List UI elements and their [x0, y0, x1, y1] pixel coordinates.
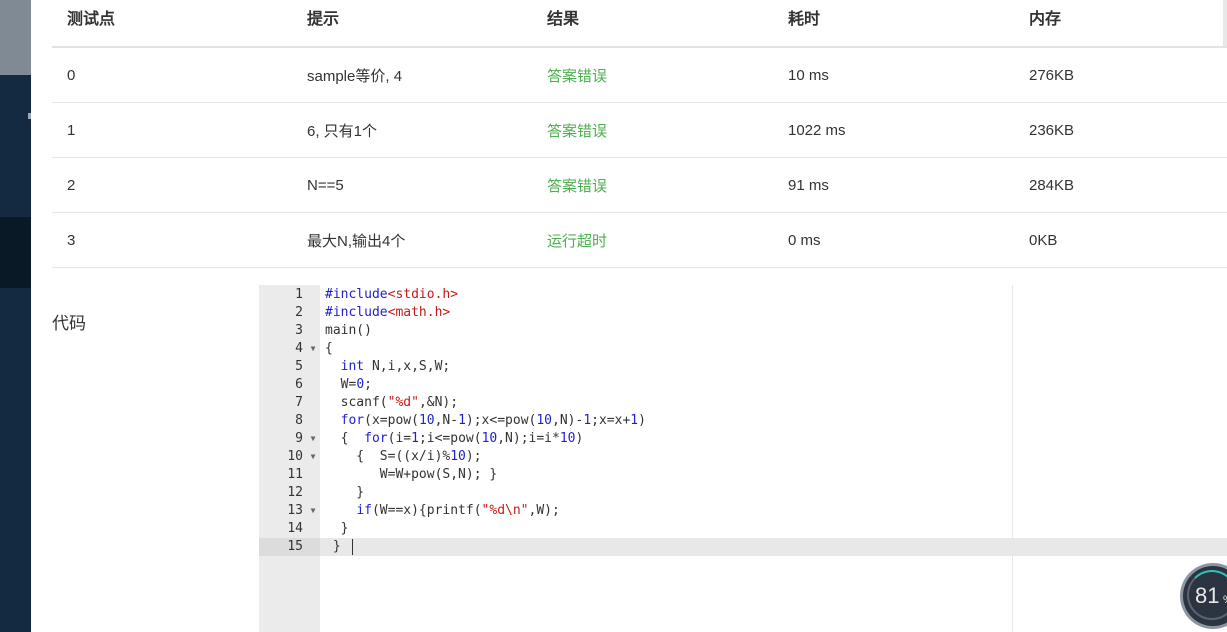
code-text: {: [325, 341, 333, 356]
score-unit: %: [1223, 594, 1227, 606]
code-line[interactable]: 6 W=0;: [259, 376, 1227, 394]
fold-toggle-icon[interactable]: ▼: [308, 340, 318, 358]
table-row: 1 6, 只有1个 答案错误 1022 ms 236KB: [52, 103, 1227, 158]
code-line[interactable]: 15 }: [259, 538, 1227, 556]
test-hint: 6, 只有1个: [307, 122, 378, 140]
line-number: 3: [295, 323, 303, 338]
test-point-id: 2: [67, 176, 76, 194]
result-status: 运行超时: [547, 232, 608, 250]
header-time: 耗时: [788, 11, 821, 28]
fold-toggle-icon[interactable]: ▼: [308, 502, 318, 520]
code-text: if(W==x){printf("%d\n",W);: [356, 503, 560, 518]
header-result: 结果: [547, 11, 580, 28]
memory-used: 284KB: [1029, 176, 1075, 194]
code-text: for(x=pow(10,N-1);x<=pow(10,N)-1;x=x+1): [340, 413, 646, 428]
line-number: 5: [295, 359, 303, 374]
header-test-point: 测试点: [67, 11, 116, 28]
table-row: 3 最大N,输出4个 运行超时 0 ms 0KB: [52, 213, 1227, 268]
code-line[interactable]: 1 #include<stdio.h>: [259, 286, 1227, 304]
code-text: main(): [325, 323, 372, 338]
memory-used: 236KB: [1029, 121, 1075, 139]
sidebar-indicator: [28, 113, 31, 119]
code-text: scanf("%d",&N);: [325, 395, 459, 410]
line-number: 6: [295, 377, 303, 392]
table-row: 0 sample等价, 4 答案错误 10 ms 276KB: [52, 48, 1227, 103]
header-hint: 提示: [307, 11, 340, 28]
code-line[interactable]: 10 ▼ { S=((x/i)%10);: [259, 448, 1227, 466]
code-text: }: [325, 521, 349, 536]
time-used: 0 ms: [788, 231, 821, 249]
line-number: 15: [259, 538, 320, 556]
code-text: { for(i=1;i<=pow(10,N);i=i*10): [325, 431, 584, 446]
memory-used: 0KB: [1029, 231, 1058, 249]
test-hint: N==5: [307, 176, 344, 194]
line-number: 12: [287, 485, 303, 500]
code-section-label: 代码: [52, 314, 86, 333]
table-row: 2 N==5 答案错误 91 ms 284KB: [52, 158, 1227, 213]
results-table: 测试点 提示 结果 耗时 内存 0 sample等价, 4 答案错误 10 ms…: [52, 0, 1227, 268]
code-text: { S=((x/i)%10);: [325, 449, 482, 464]
sidebar-active-item[interactable]: [0, 217, 31, 288]
code-line[interactable]: 3 main(): [259, 322, 1227, 340]
score-value: 81: [1195, 583, 1220, 608]
result-status: 答案错误: [547, 67, 608, 85]
test-point-id: 0: [67, 66, 76, 84]
line-number: 14: [287, 521, 303, 536]
code-text: #include<stdio.h>: [325, 287, 459, 302]
text-cursor: [352, 539, 353, 555]
code-line[interactable]: 2 #include<math.h>: [259, 304, 1227, 322]
line-number: 2: [295, 305, 303, 320]
line-number: 8: [295, 413, 303, 428]
result-status: 答案错误: [547, 122, 608, 140]
code-lines[interactable]: 1 #include<stdio.h> 2 #include<math.h> 3 main…: [259, 286, 1227, 556]
code-text: }: [325, 539, 341, 554]
code-text: }: [325, 485, 365, 500]
test-hint: sample等价, 4: [307, 67, 403, 85]
code-editor[interactable]: 1 #include<stdio.h> 2 #include<math.h> 3 main…: [259, 285, 1227, 632]
code-line[interactable]: 11 W=W+pow(S,N); }: [259, 466, 1227, 484]
code-text: #include<math.h>: [325, 305, 451, 320]
code-line[interactable]: 5 int N,i,x,S,W;: [259, 358, 1227, 376]
memory-used: 276KB: [1029, 66, 1075, 84]
code-line[interactable]: 4 ▼{: [259, 340, 1227, 358]
code-line[interactable]: 7 scanf("%d",&N);: [259, 394, 1227, 412]
page-root: 测试点 提示 结果 耗时 内存 0 sample等价, 4 答案错误 10 ms…: [0, 0, 1227, 632]
time-used: 91 ms: [788, 176, 829, 194]
code-line[interactable]: 12 }: [259, 484, 1227, 502]
code-line[interactable]: 14 }: [259, 520, 1227, 538]
test-point-id: 1: [67, 121, 76, 139]
code-text: int N,i,x,S,W;: [340, 359, 451, 374]
code-line[interactable]: 9 ▼ { for(i=1;i<=pow(10,N);i=i*10): [259, 430, 1227, 448]
left-sidebar: [0, 0, 31, 632]
line-number: 7: [295, 395, 303, 410]
line-number: 1: [295, 287, 303, 302]
time-used: 1022 ms: [788, 121, 846, 139]
fold-toggle-icon[interactable]: ▼: [308, 448, 318, 466]
test-hint: 最大N,输出4个: [307, 232, 406, 250]
result-status: 答案错误: [547, 177, 608, 195]
test-point-id: 3: [67, 231, 76, 249]
code-text: W=0;: [325, 377, 372, 392]
header-memory: 内存: [1029, 11, 1062, 28]
time-used: 10 ms: [788, 66, 829, 84]
code-line[interactable]: 8 for(x=pow(10,N-1);x<=pow(10,N)-1;x=x+1…: [259, 412, 1227, 430]
code-line[interactable]: 13 ▼ if(W==x){printf("%d\n",W);: [259, 502, 1227, 520]
fold-toggle-icon[interactable]: ▼: [308, 430, 318, 448]
line-number: 11: [287, 467, 303, 482]
sidebar-header: [0, 0, 31, 75]
table-header: 测试点 提示 结果 耗时 内存: [52, 0, 1227, 48]
code-text: W=W+pow(S,N); }: [325, 467, 498, 482]
